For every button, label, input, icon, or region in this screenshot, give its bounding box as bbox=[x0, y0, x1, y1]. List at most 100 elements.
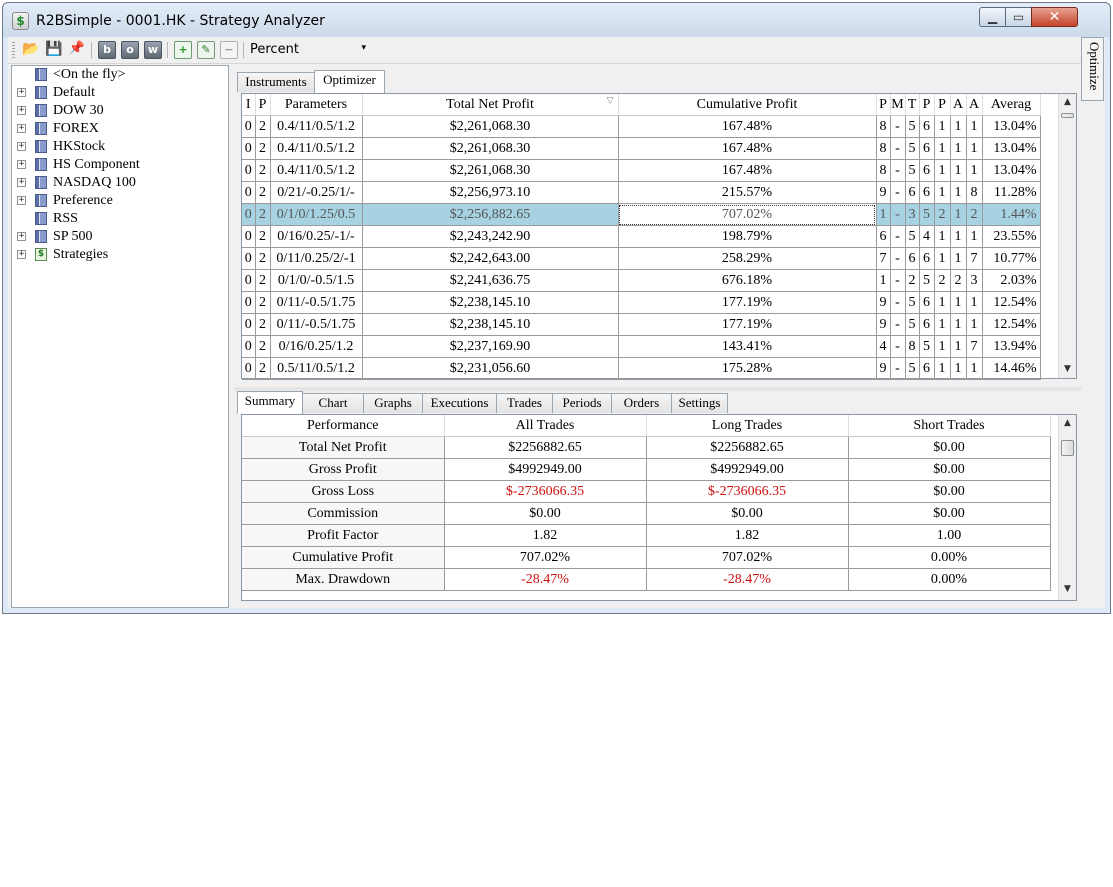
optimizer-cell[interactable]: 6 bbox=[919, 159, 935, 182]
optimizer-cell[interactable]: 1 bbox=[934, 225, 951, 248]
optimizer-row[interactable]: 0 2 0.4/11/0.5/1.2 $2,261,068.30 167.48% 8-5 6… bbox=[242, 115, 1041, 138]
optimizer-cell[interactable]: 175.28% bbox=[618, 357, 877, 380]
optimizer-cell[interactable]: 2 bbox=[966, 203, 983, 226]
tab-chart[interactable]: Chart bbox=[302, 393, 364, 413]
optimizer-cell[interactable]: 5 bbox=[919, 335, 935, 358]
optimizer-cell[interactable]: 167.48% bbox=[618, 115, 877, 138]
optimizer-cell[interactable]: 7 bbox=[966, 335, 983, 358]
title-bar[interactable]: $ R2BSimple - 0001.HK - Strategy Analyze… bbox=[3, 3, 1110, 37]
optimizer-cell[interactable]: 1 bbox=[950, 291, 967, 314]
tree-item[interactable]: RSS bbox=[12, 210, 228, 228]
optimizer-cell[interactable]: 5 bbox=[905, 137, 920, 160]
optimizer-cell[interactable]: 6 bbox=[905, 247, 920, 270]
tab-instruments[interactable]: Instruments bbox=[237, 72, 315, 92]
optimizer-cell[interactable]: 0 bbox=[242, 269, 256, 292]
tree-item[interactable]: <On the fly> bbox=[12, 66, 228, 84]
tree-item[interactable]: + Default bbox=[12, 84, 228, 102]
tab-periods[interactable]: Periods bbox=[552, 393, 612, 413]
optimizer-cell[interactable]: 3 bbox=[905, 203, 920, 226]
optimizer-cell[interactable]: 12.54% bbox=[982, 313, 1041, 336]
summary-row[interactable]: Cumulative Profit 707.02% 707.02% 0.00% bbox=[242, 546, 1051, 569]
optimizer-cell[interactable]: 177.19% bbox=[618, 291, 877, 314]
optimizer-cell[interactable]: - bbox=[890, 357, 906, 380]
optimizer-cell[interactable]: 2 bbox=[255, 159, 271, 182]
optimizer-cell[interactable]: - bbox=[890, 181, 906, 204]
optimizer-cell[interactable]: 1 bbox=[966, 225, 983, 248]
summary-scrollbar[interactable]: ▲ ▼ bbox=[1058, 415, 1076, 600]
column-header[interactable]: Total Net Profit ▽ bbox=[362, 94, 619, 116]
optimizer-cell[interactable]: $2,237,169.90 bbox=[362, 335, 619, 358]
optimizer-cell[interactable]: 14.46% bbox=[982, 357, 1041, 380]
tab-trades[interactable]: Trades bbox=[496, 393, 553, 413]
optimizer-cell[interactable]: 177.19% bbox=[618, 313, 877, 336]
optimizer-cell[interactable]: 1 bbox=[950, 137, 967, 160]
optimizer-cell[interactable]: 4 bbox=[919, 225, 935, 248]
optimizer-cell[interactable]: 1 bbox=[966, 313, 983, 336]
optimizer-cell[interactable]: 1 bbox=[934, 335, 951, 358]
summary-row[interactable]: Total Net Profit $2256882.65 $2256882.65 $0… bbox=[242, 436, 1051, 459]
optimizer-cell[interactable]: 0/1/0/-0.5/1.5 bbox=[270, 269, 363, 292]
optimizer-cell[interactable]: 1 bbox=[876, 203, 891, 226]
add-icon[interactable]: + bbox=[174, 41, 192, 59]
optimizer-cell[interactable]: $2,238,145.10 bbox=[362, 291, 619, 314]
column-header[interactable]: Performance bbox=[242, 415, 445, 437]
optimizer-cell[interactable]: 2 bbox=[255, 357, 271, 380]
optimizer-cell[interactable]: 1 bbox=[966, 115, 983, 138]
optimizer-cell[interactable]: 167.48% bbox=[618, 137, 877, 160]
expand-icon[interactable]: + bbox=[17, 142, 26, 151]
expand-icon[interactable]: + bbox=[17, 178, 26, 187]
optimizer-cell[interactable]: 676.18% bbox=[618, 269, 877, 292]
display-unit-dropdown[interactable]: Percent ▾ bbox=[248, 41, 368, 60]
pin-icon[interactable]: 📌 bbox=[68, 41, 86, 59]
optimizer-cell[interactable]: $2,238,145.10 bbox=[362, 313, 619, 336]
optimizer-cell[interactable]: 0 bbox=[242, 203, 256, 226]
optimizer-cell[interactable]: 0.5/11/0.5/1.2 bbox=[270, 357, 363, 380]
optimizer-cell[interactable]: 2 bbox=[255, 137, 271, 160]
optimizer-cell[interactable]: 5 bbox=[905, 313, 920, 336]
column-header[interactable]: Parameters bbox=[270, 94, 363, 116]
optimizer-cell[interactable]: 6 bbox=[919, 115, 935, 138]
optimizer-cell[interactable]: 2 bbox=[950, 269, 967, 292]
summary-row[interactable]: Profit Factor 1.82 1.82 1.00 bbox=[242, 524, 1051, 547]
tree-item[interactable]: + $ Strategies bbox=[12, 246, 228, 264]
optimizer-cell[interactable]: - bbox=[890, 203, 906, 226]
b-button[interactable]: b bbox=[98, 41, 116, 59]
optimizer-cell[interactable]: 2.03% bbox=[982, 269, 1041, 292]
optimizer-cell[interactable]: 11.28% bbox=[982, 181, 1041, 204]
optimizer-cell[interactable]: 6 bbox=[919, 357, 935, 380]
optimizer-cell[interactable]: 0.4/11/0.5/1.2 bbox=[270, 115, 363, 138]
column-header[interactable]: T bbox=[905, 94, 920, 116]
optimizer-cell[interactable]: 198.79% bbox=[618, 225, 877, 248]
optimizer-cell[interactable]: 0/11/-0.5/1.75 bbox=[270, 313, 363, 336]
summary-row[interactable]: Commission $0.00 $0.00 $0.00 bbox=[242, 502, 1051, 525]
optimizer-cell[interactable]: $2,261,068.30 bbox=[362, 137, 619, 160]
optimizer-cell[interactable]: 13.94% bbox=[982, 335, 1041, 358]
optimizer-cell[interactable]: - bbox=[890, 159, 906, 182]
optimizer-cell[interactable]: 6 bbox=[919, 313, 935, 336]
optimizer-cell[interactable]: 8 bbox=[876, 115, 891, 138]
tab-optimizer[interactable]: Optimizer bbox=[314, 70, 385, 93]
optimizer-cell[interactable]: 0/1/0/1.25/0.5 bbox=[270, 203, 363, 226]
optimizer-row[interactable]: 0 2 0/21/-0.25/1/- $2,256,973.10 215.57% 9-6 6… bbox=[242, 181, 1041, 204]
tab-graphs[interactable]: Graphs bbox=[363, 393, 423, 413]
optimizer-cell[interactable]: $2,231,056.60 bbox=[362, 357, 619, 380]
column-header[interactable]: Cumulative Profit bbox=[618, 94, 877, 116]
optimizer-cell[interactable]: 9 bbox=[876, 291, 891, 314]
optimizer-cell[interactable]: 1 bbox=[950, 181, 967, 204]
tree-item[interactable]: + HS Component bbox=[12, 156, 228, 174]
optimizer-cell[interactable]: 8 bbox=[876, 159, 891, 182]
optimizer-cell[interactable]: $2,256,973.10 bbox=[362, 181, 619, 204]
optimizer-cell[interactable]: 13.04% bbox=[982, 115, 1041, 138]
optimizer-cell[interactable]: 2 bbox=[255, 335, 271, 358]
summary-row[interactable]: Gross Profit $4992949.00 $4992949.00 $0.00 bbox=[242, 458, 1051, 481]
optimizer-cell[interactable]: 13.04% bbox=[982, 137, 1041, 160]
optimizer-cell[interactable]: 2 bbox=[255, 269, 271, 292]
optimize-side-tab[interactable]: Optimize bbox=[1081, 37, 1104, 101]
scroll-down-arrow-icon[interactable]: ▼ bbox=[1059, 361, 1076, 378]
optimizer-scrollbar[interactable]: ▲ ▼ bbox=[1058, 94, 1076, 378]
expand-icon[interactable]: + bbox=[17, 196, 26, 205]
column-header[interactable]: A bbox=[950, 94, 967, 116]
optimizer-cell[interactable]: 1 bbox=[934, 313, 951, 336]
optimizer-cell[interactable]: 0 bbox=[242, 181, 256, 204]
optimizer-cell[interactable]: 0 bbox=[242, 137, 256, 160]
